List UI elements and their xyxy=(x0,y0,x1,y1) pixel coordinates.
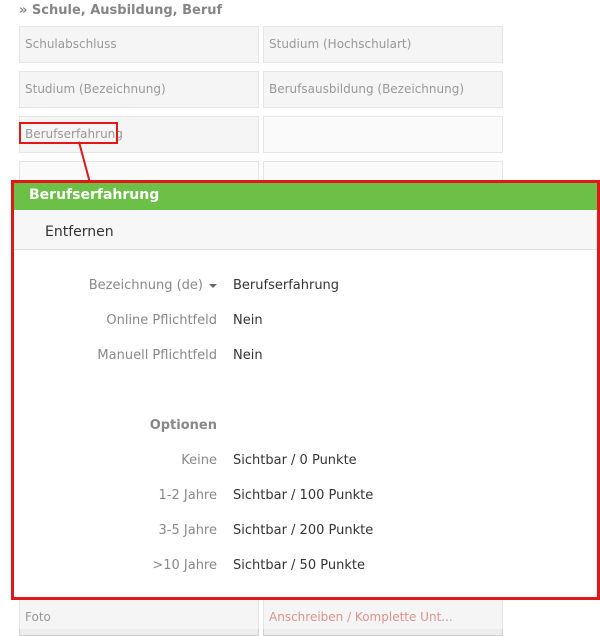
value-manuell-pflichtfeld: Nein xyxy=(233,348,263,363)
label-manuell-pflichtfeld: Manuell Pflichtfeld xyxy=(97,348,217,363)
detail-row-bezeichnung: Bezeichnung (de) Berufserfahrung xyxy=(14,278,597,298)
field-anschreiben[interactable]: Anschreiben / Komplette Unt... xyxy=(263,599,503,636)
label-bezeichnung-text: Bezeichnung (de) xyxy=(88,278,203,293)
option-label: 1-2 Jahre xyxy=(158,488,217,503)
panel-toolbar: Entfernen xyxy=(14,210,597,250)
value-bezeichnung: Berufserfahrung xyxy=(233,278,340,293)
field-foto[interactable]: Foto xyxy=(19,599,259,636)
selected-field-highlight xyxy=(19,122,118,144)
option-label: Keine xyxy=(181,453,217,468)
option-label: 3-5 Jahre xyxy=(158,523,217,538)
field-studium-bezeichnung[interactable]: Studium (Bezeichnung) xyxy=(19,71,259,108)
field-detail-panel: Berufserfahrung Entfernen Bezeichnung (d… xyxy=(11,180,600,600)
option-row: 1-2 Jahre Sichtbar / 100 Punkte xyxy=(14,488,597,508)
field-schulabschluss[interactable]: Schulabschluss xyxy=(19,26,259,63)
option-value: Sichtbar / 100 Punkte xyxy=(233,488,374,503)
remove-button[interactable]: Entfernen xyxy=(45,224,114,240)
options-heading-row: Optionen xyxy=(14,418,597,438)
field-empty-slot[interactable] xyxy=(263,116,503,153)
label-online-pflichtfeld: Online Pflichtfeld xyxy=(106,313,217,328)
caret-down-icon[interactable] xyxy=(209,283,217,288)
option-row: 3-5 Jahre Sichtbar / 200 Punkte xyxy=(14,523,597,543)
field-berufsausbildung[interactable]: Berufsausbildung (Bezeichnung) xyxy=(263,71,503,108)
options-heading: Optionen xyxy=(149,418,217,433)
field-studium-hochschulart[interactable]: Studium (Hochschulart) xyxy=(263,26,503,63)
option-row: >10 Jahre Sichtbar / 50 Punkte xyxy=(14,558,597,578)
option-value: Sichtbar / 0 Punkte xyxy=(233,453,357,468)
option-row: Keine Sichtbar / 0 Punkte xyxy=(14,453,597,473)
value-online-pflichtfeld: Nein xyxy=(233,313,263,328)
option-value: Sichtbar / 200 Punkte xyxy=(233,523,374,538)
option-label: >10 Jahre xyxy=(152,558,217,573)
section-title: » Schule, Ausbildung, Beruf xyxy=(19,3,223,18)
label-bezeichnung[interactable]: Bezeichnung (de) xyxy=(89,278,217,293)
panel-title: Berufserfahrung xyxy=(14,183,597,210)
detail-row-manuell: Manuell Pflichtfeld Nein xyxy=(14,348,597,368)
option-value: Sichtbar / 50 Punkte xyxy=(233,558,365,573)
detail-row-online: Online Pflichtfeld Nein xyxy=(14,313,597,333)
